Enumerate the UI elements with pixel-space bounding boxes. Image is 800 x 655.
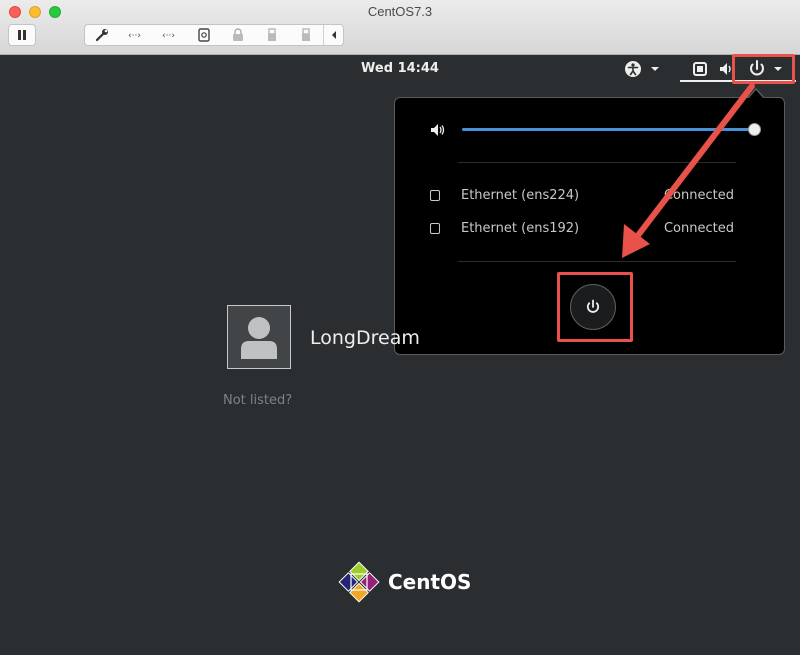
annotation-arrow [622,83,755,258]
